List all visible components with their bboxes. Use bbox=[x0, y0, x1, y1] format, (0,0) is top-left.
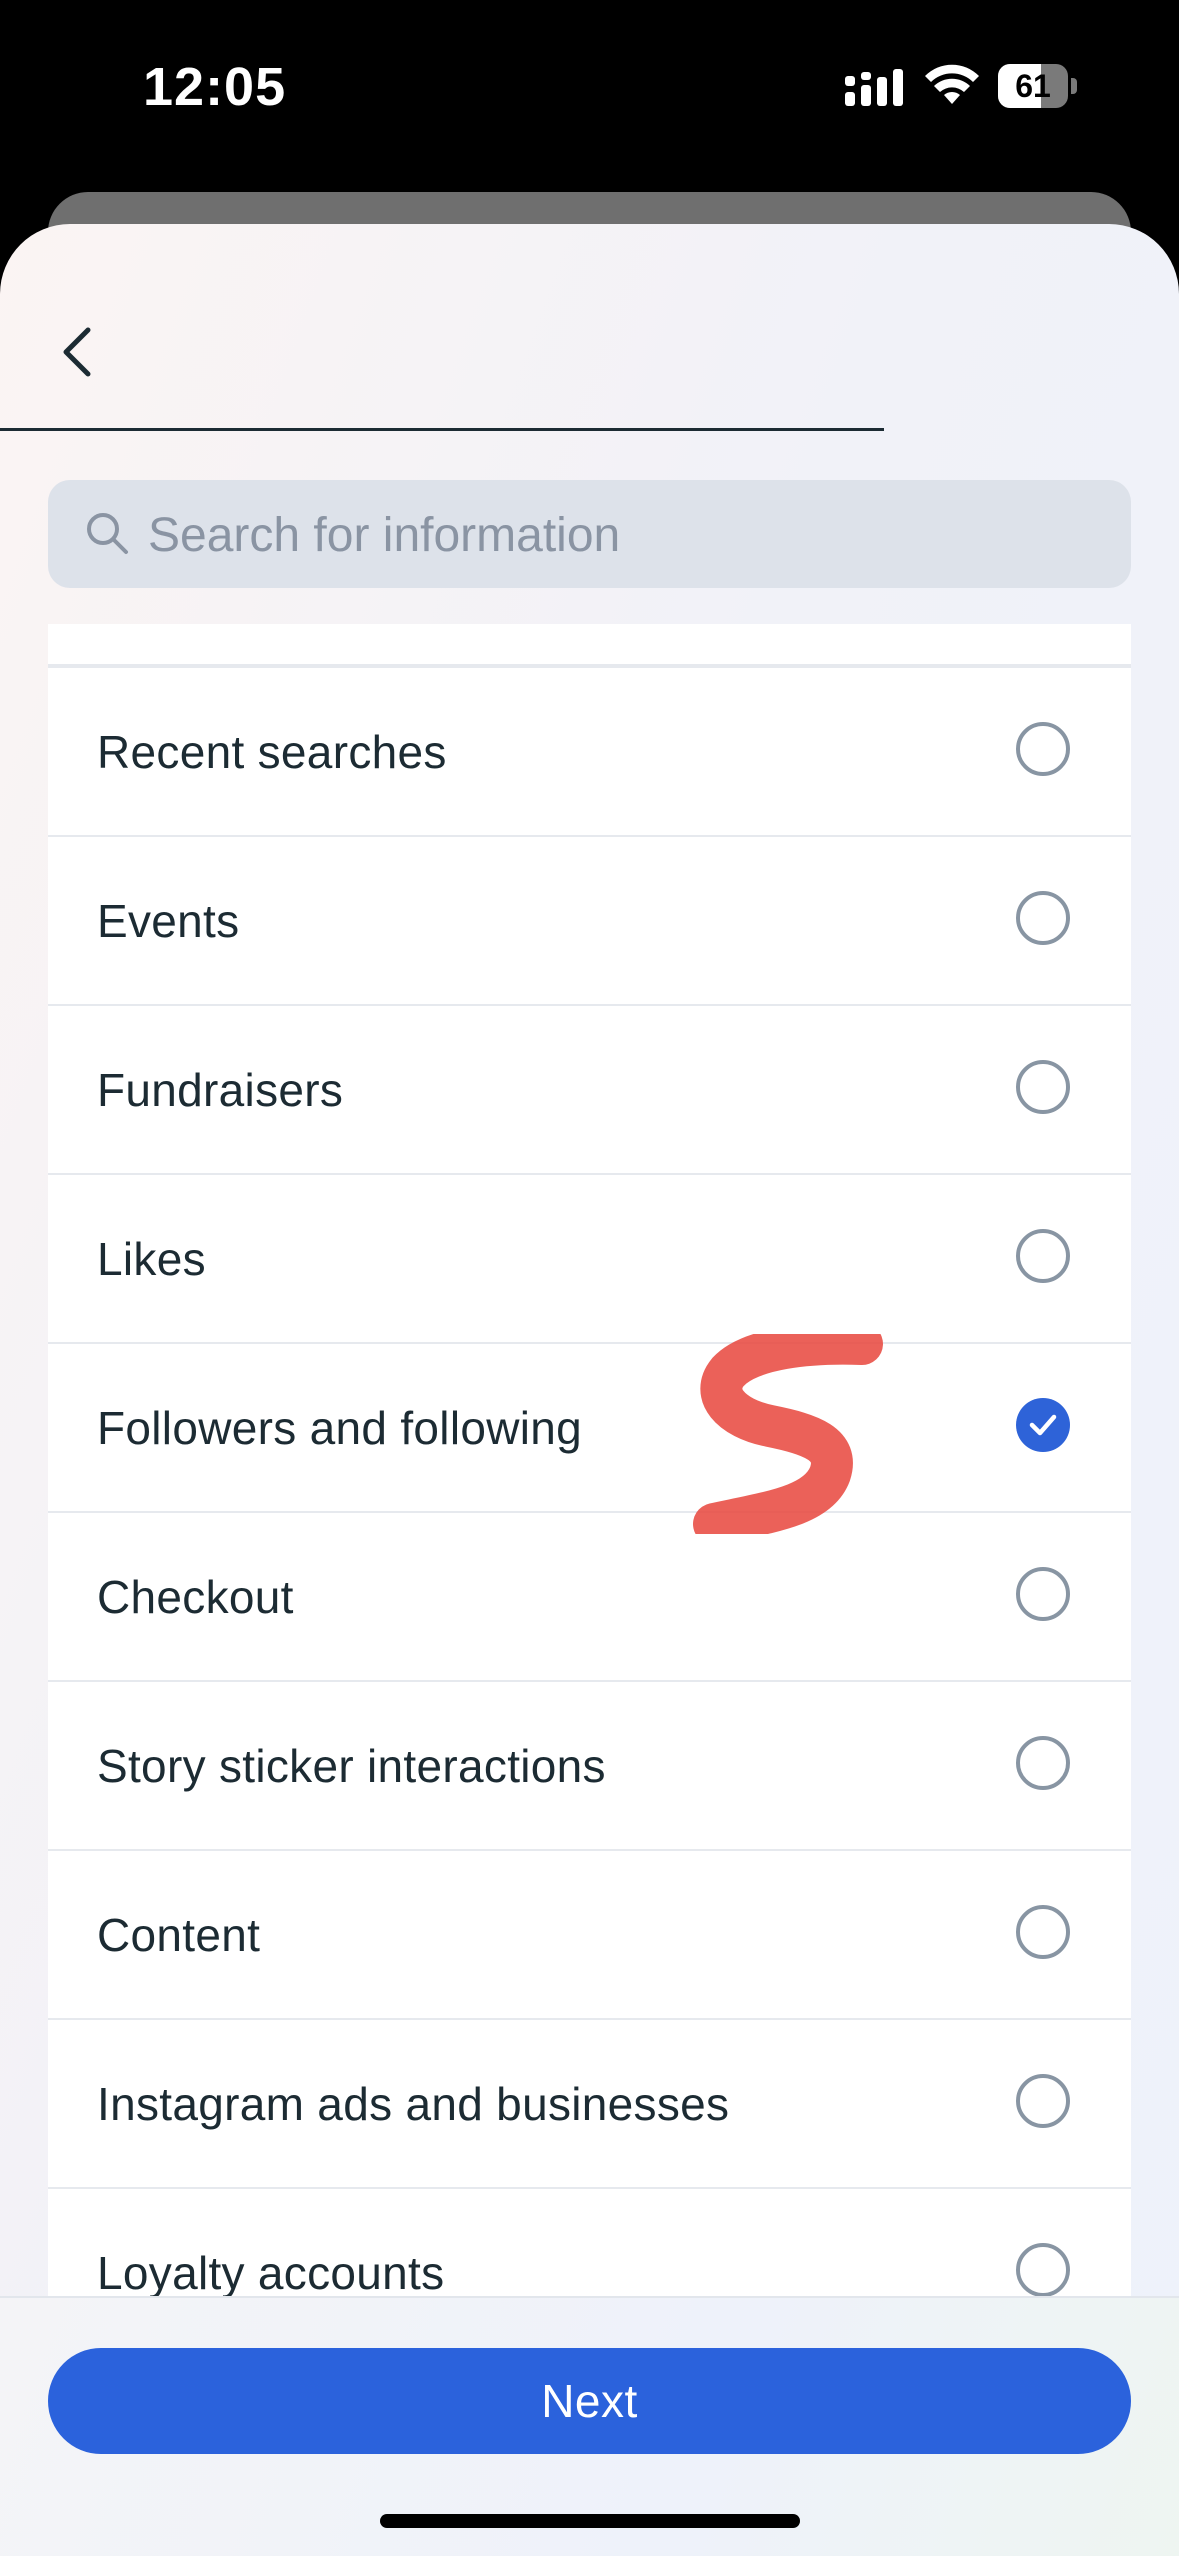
home-indicator bbox=[380, 2514, 800, 2528]
list-item[interactable]: Recent searches bbox=[48, 666, 1131, 836]
list-item[interactable]: Likes bbox=[48, 1173, 1131, 1343]
list-item[interactable]: Loyalty accounts bbox=[48, 2187, 1131, 2296]
search-icon bbox=[87, 513, 128, 554]
list-item-label: Content bbox=[97, 1909, 261, 1961]
cellular-signal-icon bbox=[845, 69, 903, 106]
list-item-label: Story sticker interactions bbox=[97, 1740, 606, 1792]
search-input[interactable] bbox=[146, 480, 1110, 590]
search-bar bbox=[48, 480, 1131, 590]
list-item[interactable]: Checkout bbox=[48, 1511, 1131, 1681]
radio-unchecked[interactable] bbox=[1016, 891, 1070, 945]
list-item[interactable]: Story sticker interactions bbox=[48, 1680, 1131, 1850]
download-information-sheet: Recent searches Events Fundraisers Likes Fol… bbox=[0, 224, 1179, 2556]
list-item-label: Loyalty accounts bbox=[97, 2247, 445, 2296]
list-item[interactable]: Fundraisers bbox=[48, 1004, 1131, 1174]
status-time: 12:05 bbox=[143, 57, 287, 117]
progress-underline bbox=[0, 428, 884, 431]
list-item[interactable]: Instagram ads and businesses bbox=[48, 2018, 1131, 2188]
list-item-label: Recent searches bbox=[97, 726, 447, 778]
list-item-label: Checkout bbox=[97, 1571, 294, 1623]
list-item-label: Followers and following bbox=[97, 1402, 583, 1454]
back-chevron-icon[interactable] bbox=[48, 316, 108, 388]
radio-unchecked[interactable] bbox=[1016, 1736, 1070, 1790]
battery-icon: 61 bbox=[998, 64, 1078, 110]
radio-unchecked[interactable] bbox=[1016, 722, 1070, 776]
wifi-icon bbox=[925, 64, 979, 104]
radio-unchecked[interactable] bbox=[1016, 2243, 1070, 2296]
checkmark-icon bbox=[1029, 1414, 1057, 1436]
radio-unchecked[interactable] bbox=[1016, 2074, 1070, 2128]
list-divider bbox=[48, 664, 1131, 666]
battery-level: 61 bbox=[1015, 68, 1051, 104]
list-item-label: Likes bbox=[97, 1233, 206, 1285]
list-item-label: Instagram ads and businesses bbox=[97, 2078, 730, 2130]
next-button[interactable]: Next bbox=[48, 2348, 1131, 2454]
radio-unchecked[interactable] bbox=[1016, 1905, 1070, 1959]
radio-checked[interactable] bbox=[1016, 1398, 1070, 1452]
radio-unchecked[interactable] bbox=[1016, 1060, 1070, 1114]
information-list: Recent searches Events Fundraisers Likes Fol… bbox=[48, 624, 1131, 2296]
radio-unchecked[interactable] bbox=[1016, 1229, 1070, 1283]
list-item[interactable]: Followers and following bbox=[48, 1342, 1131, 1512]
radio-unchecked[interactable] bbox=[1016, 1567, 1070, 1621]
list-item-label: Fundraisers bbox=[97, 1064, 344, 1116]
status-bar: 12:05 61 bbox=[0, 0, 1179, 200]
list-item[interactable]: Events bbox=[48, 835, 1131, 1005]
list-item-label: Events bbox=[97, 895, 240, 947]
list-item[interactable]: Content bbox=[48, 1849, 1131, 2019]
